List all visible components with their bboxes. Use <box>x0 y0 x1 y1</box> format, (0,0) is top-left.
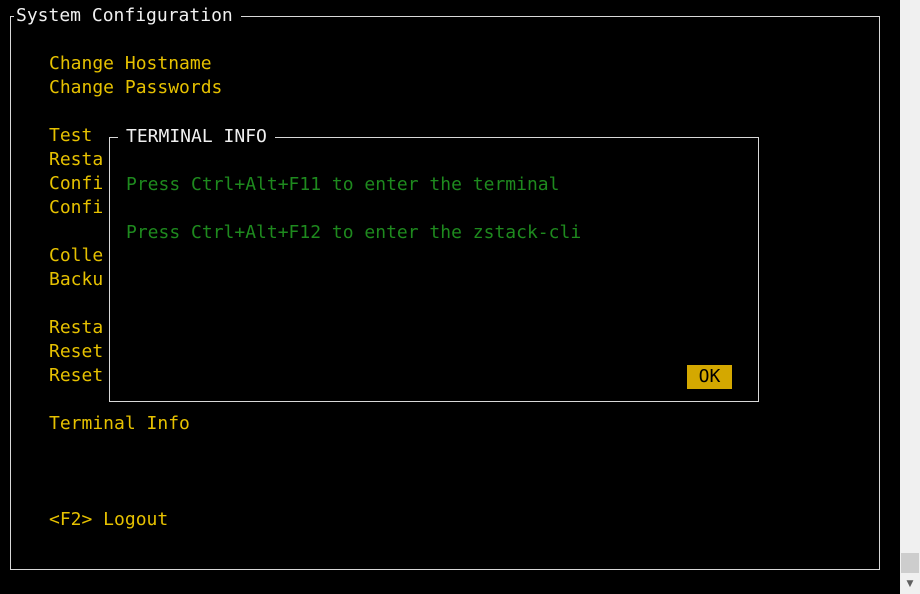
chevron-down-icon[interactable]: ▼ <box>900 574 920 594</box>
vertical-scrollbar[interactable]: ▼ <box>900 0 920 594</box>
menu-item-change-hostname[interactable]: Change Hostname <box>49 52 449 76</box>
dialog-title: TERMINAL INFO <box>118 125 275 149</box>
terminal-info-dialog: TERMINAL INFO Press Ctrl+Alt+F11 to ente… <box>109 125 759 402</box>
scroll-thumb[interactable] <box>901 553 919 573</box>
menu-item-terminal-info[interactable]: Terminal Info <box>49 412 449 436</box>
ok-button[interactable]: OK <box>687 365 732 389</box>
menu-item-change-passwords[interactable]: Change Passwords <box>49 76 449 100</box>
window-title: System Configuration <box>14 4 241 28</box>
menu-item-logout[interactable]: <F2> Logout <box>49 508 449 532</box>
dialog-line-terminal: Press Ctrl+Alt+F11 to enter the terminal <box>126 174 560 195</box>
window-title-text: System Configuration <box>16 5 233 26</box>
dialog-line-zstack-cli: Press Ctrl+Alt+F12 to enter the zstack-c… <box>126 222 582 243</box>
terminal-screen: System Configuration Change Hostname Cha… <box>0 0 920 594</box>
